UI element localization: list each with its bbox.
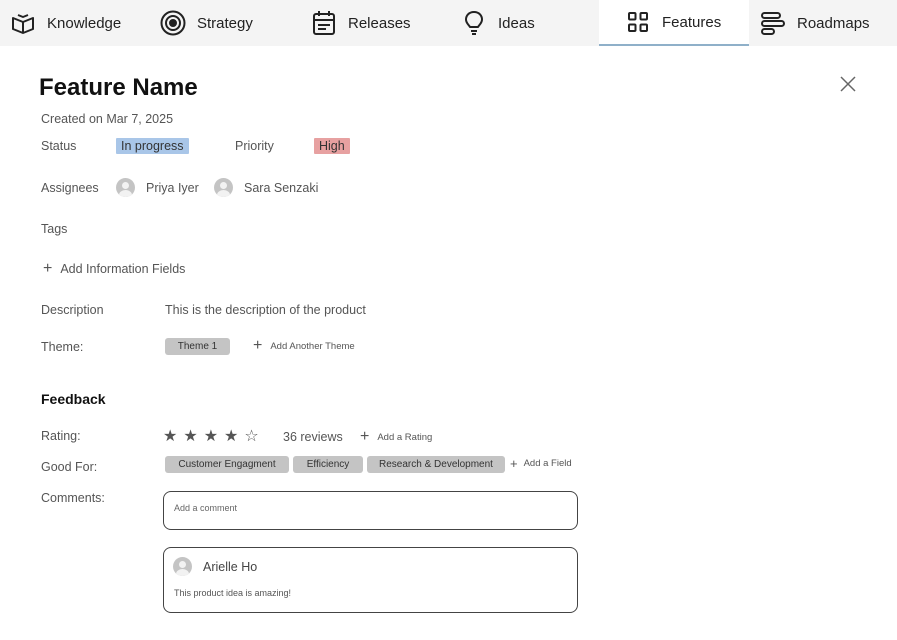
feature-title: Feature Name (39, 74, 198, 101)
top-nav: Knowledge Strategy Releases Ideas Featur… (0, 0, 897, 46)
priority-badge[interactable]: High (314, 138, 350, 154)
add-information-fields-label: Add Information Fields (60, 262, 186, 276)
description-value[interactable]: This is the description of the product (165, 303, 366, 317)
assignee-chip[interactable]: Sara Senzaki (214, 178, 318, 197)
comment-text: This product idea is amazing! (174, 588, 292, 598)
avatar (173, 557, 192, 576)
created-date: Created on Mar 7, 2025 (41, 112, 174, 126)
assignees-label: Assignees (41, 181, 99, 195)
assignee-chip[interactable]: Priya Iyer (116, 178, 199, 197)
priority-label: Priority (235, 139, 274, 153)
good-for-chip[interactable]: Customer Engagment (165, 456, 289, 473)
add-information-fields-button[interactable]: + Add Information Fields (43, 261, 185, 277)
theme-chip[interactable]: Theme 1 (165, 338, 230, 355)
comment-author-name: Arielle Ho (203, 559, 258, 574)
tab-roadmaps[interactable]: Roadmaps (760, 0, 870, 46)
star-filled-icon[interactable]: ★ (163, 428, 177, 445)
avatar (214, 178, 233, 197)
assignee-name: Priya Iyer (146, 180, 199, 195)
plus-icon: + (43, 260, 53, 277)
calendar-icon (311, 10, 337, 36)
tab-knowledge[interactable]: Knowledge (10, 0, 121, 46)
tags-label: Tags (41, 222, 68, 236)
grid-icon (625, 9, 651, 35)
star-filled-icon[interactable]: ★ (204, 428, 218, 445)
tab-label: Ideas (498, 14, 535, 32)
tab-strategy[interactable]: Strategy (160, 0, 253, 46)
plus-icon: + (510, 456, 518, 471)
plus-icon: + (360, 428, 370, 445)
status-label: Status (41, 139, 77, 153)
good-for-chip[interactable]: Research & Development (367, 456, 505, 473)
theme-label: Theme: (41, 340, 84, 354)
comment-input[interactable]: Add a comment (163, 491, 578, 530)
add-field-button[interactable]: + Add a Field (510, 457, 572, 470)
tab-label: Knowledge (47, 14, 122, 32)
assignee-name: Sara Senzaki (244, 180, 319, 195)
tab-label: Roadmaps (797, 14, 870, 32)
feedback-heading: Feedback (41, 391, 106, 407)
avatar (116, 178, 135, 197)
add-theme-label: Add Another Theme (270, 340, 355, 352)
star-empty-icon[interactable]: ☆ (244, 428, 258, 445)
add-rating-button[interactable]: + Add a Rating (360, 429, 432, 445)
add-theme-button[interactable]: + Add Another Theme (253, 338, 355, 354)
tab-features[interactable]: Features (599, 0, 749, 46)
comment-author: Arielle Ho (173, 557, 257, 576)
good-for-label: Good For: (41, 460, 98, 474)
add-rating-label: Add a Rating (377, 431, 433, 443)
plus-icon: + (253, 337, 263, 354)
description-label: Description (41, 303, 104, 317)
comments-label: Comments: (41, 491, 105, 505)
star-filled-icon[interactable]: ★ (224, 428, 238, 445)
tab-ideas[interactable]: Ideas (461, 0, 535, 46)
tab-releases[interactable]: Releases (311, 0, 411, 46)
close-icon[interactable] (838, 74, 858, 94)
tab-label: Features (662, 13, 722, 31)
good-for-chip[interactable]: Efficiency (293, 456, 363, 473)
lightbulb-icon (461, 10, 487, 36)
tab-label: Releases (348, 14, 411, 32)
add-field-label: Add a Field (523, 458, 572, 469)
rating-label: Rating: (41, 429, 81, 443)
status-badge[interactable]: In progress (116, 138, 189, 154)
roadmap-icon (760, 10, 786, 36)
target-icon (160, 10, 186, 36)
book-open-icon (10, 10, 36, 36)
tab-label: Strategy (197, 14, 253, 32)
comment-card: Arielle Ho This product idea is amazing! (163, 547, 578, 613)
reviews-count: 36 reviews (283, 430, 343, 444)
star-rating[interactable]: ★ ★ ★ ★ ☆ (163, 428, 259, 445)
star-filled-icon[interactable]: ★ (183, 428, 197, 445)
